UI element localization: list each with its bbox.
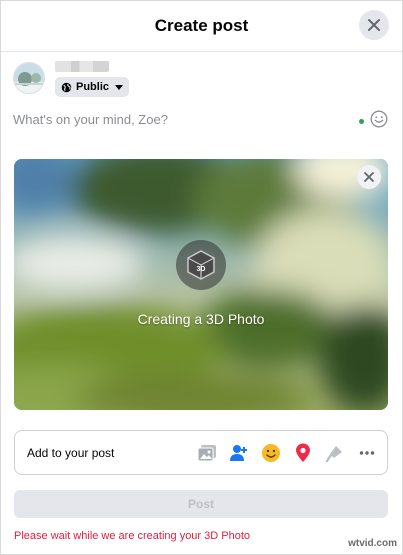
avatar[interactable]	[13, 62, 45, 94]
dialog-title: Create post	[154, 16, 249, 35]
microphone-icon[interactable]	[325, 443, 345, 463]
globe-icon	[61, 82, 72, 92]
watermark: wtvid.com	[348, 538, 397, 549]
privacy-label: Public	[76, 81, 110, 93]
photo-preview: 3D Creating a 3D Photo	[14, 159, 388, 410]
add-to-post-bar: Add to your post	[14, 430, 388, 475]
dialog-header: Create post	[1, 1, 402, 52]
status-dot	[359, 119, 364, 124]
tag-people-icon[interactable]	[229, 443, 249, 463]
remove-photo-button[interactable]	[357, 165, 381, 189]
caret-down-icon	[115, 84, 124, 90]
3d-cube-icon: 3D	[176, 240, 226, 290]
wait-notice: Please wait while we are creating your 3…	[14, 530, 251, 542]
user-name-blurred	[55, 61, 109, 72]
smiley-icon	[370, 110, 388, 128]
creating-status-text: Creating a 3D Photo	[137, 311, 265, 327]
check-in-icon[interactable]	[293, 443, 313, 463]
3d-badge-text: 3D	[197, 266, 206, 273]
feeling-icon[interactable]	[261, 443, 281, 463]
close-dialog-button[interactable]	[359, 10, 389, 40]
close-icon	[364, 172, 374, 182]
add-to-post-label: Add to your post	[27, 446, 115, 460]
post-button[interactable]: Post	[14, 490, 388, 518]
add-to-post-icons	[197, 443, 377, 463]
privacy-selector[interactable]: Public	[55, 77, 130, 97]
photo-video-icon[interactable]	[197, 443, 217, 463]
close-icon	[368, 19, 380, 31]
more-icon[interactable]	[357, 443, 377, 463]
emoji-button[interactable]	[370, 110, 388, 128]
post-text-input[interactable]: What's on your mind, Zoe?	[13, 112, 168, 127]
create-post-dialog: Create post Public What's on your mind, …	[0, 0, 403, 555]
